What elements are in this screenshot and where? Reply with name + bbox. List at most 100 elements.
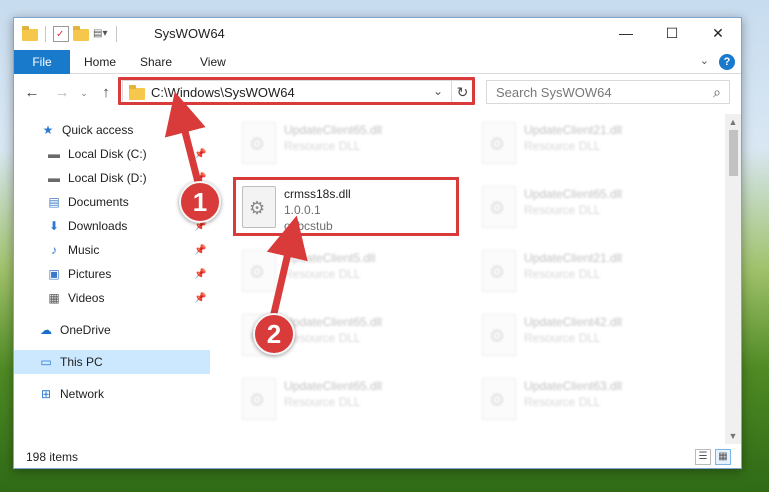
recent-locations-icon[interactable]: ⌄: [74, 83, 94, 103]
pin-icon[interactable]: 📌: [194, 245, 206, 256]
sidebar-item-label: Downloads: [68, 219, 128, 233]
window-title: SysWOW64: [154, 26, 225, 41]
sidebar-item-network[interactable]: ⊞ Network: [14, 382, 210, 406]
tab-view[interactable]: View: [188, 50, 238, 74]
dll-file-icon: [242, 186, 276, 228]
toolbar-divider: [45, 26, 46, 42]
file-tile[interactable]: UpdateClient65.dll Resource DLL: [236, 118, 466, 174]
file-tile[interactable]: UpdateClient21.dll Resource DLL: [476, 246, 706, 302]
title-bar: ✓ ▤▾ SysWOW64 — ☐ ✕: [14, 18, 741, 50]
ribbon-controls: ⌄ ?: [700, 54, 735, 70]
properties-icon[interactable]: ✓: [53, 26, 69, 42]
pin-icon[interactable]: 📌: [194, 197, 206, 208]
sidebar-item-downloads[interactable]: ⬇ Downloads 📌: [14, 214, 210, 238]
search-icon[interactable]: ⌕: [713, 84, 721, 101]
file-description: Resource DLL: [524, 267, 601, 281]
address-highlight-box: [118, 77, 475, 105]
tiles-view-icon[interactable]: ▦: [715, 449, 731, 465]
scroll-down-icon[interactable]: ▼: [725, 428, 741, 444]
pin-icon[interactable]: 📌: [194, 221, 206, 232]
file-name: UpdateClient65.dll: [284, 379, 383, 393]
new-folder-icon[interactable]: [73, 26, 89, 41]
file-name: UpdateClient65.dll: [524, 187, 623, 201]
file-name: UpdateClient63.dll: [524, 379, 623, 393]
videos-icon: ▦: [48, 291, 60, 305]
forward-button[interactable]: →: [52, 83, 72, 103]
back-button[interactable]: ←: [22, 83, 42, 103]
customize-toolbar-icon[interactable]: ▤▾: [93, 26, 109, 42]
status-bar: 198 items ☰ ▦: [14, 446, 741, 468]
file-name: UpdateClient5.dll: [284, 251, 376, 265]
tab-share[interactable]: Share: [128, 50, 184, 74]
dll-file-icon: [482, 250, 516, 292]
sidebar-item-label: Local Disk (D:): [68, 171, 147, 185]
file-description: Resource DLL: [524, 331, 601, 345]
sidebar-item-local-disk-d[interactable]: ▬ Local Disk (D:) 📌: [14, 166, 210, 190]
pin-icon[interactable]: 📌: [194, 269, 206, 280]
sidebar-item-videos[interactable]: ▦ Videos 📌: [14, 286, 210, 310]
file-description: Resource DLL: [524, 139, 601, 153]
navigation-pane: ★ Quick access ▬ Local Disk (C:) 📌 ▬ Loc…: [14, 114, 210, 444]
dll-file-icon: [482, 378, 516, 420]
drive-icon: ▬: [48, 147, 60, 161]
sidebar-item-local-disk-c[interactable]: ▬ Local Disk (C:) 📌: [14, 142, 210, 166]
vertical-scrollbar[interactable]: ▲ ▼: [725, 114, 741, 444]
sidebar-item-onedrive[interactable]: ☁ OneDrive: [14, 318, 210, 342]
music-icon: ♪: [51, 243, 57, 257]
cloud-icon: ☁: [40, 323, 52, 337]
computer-icon: ▭: [40, 355, 52, 369]
star-icon: ★: [42, 123, 54, 137]
dll-file-icon: [482, 314, 516, 356]
sidebar-item-pictures[interactable]: ▣ Pictures 📌: [14, 262, 210, 286]
file-description: Resource DLL: [524, 203, 601, 217]
help-icon[interactable]: ?: [719, 54, 735, 70]
pin-icon[interactable]: 📌: [194, 149, 206, 160]
documents-icon: ▤: [48, 195, 60, 209]
file-tile[interactable]: UpdateClient42.dll Resource DLL: [476, 310, 706, 366]
tab-file[interactable]: File: [14, 50, 70, 74]
ribbon-tabs: File Home Share View ⌄ ?: [14, 50, 741, 74]
dll-file-icon: [242, 122, 276, 164]
file-explorer-window: ✓ ▤▾ SysWOW64 — ☐ ✕ File Home Share View…: [13, 17, 742, 469]
search-box[interactable]: Search SysWOW64 ⌕: [486, 80, 730, 104]
file-description: Resource DLL: [284, 267, 361, 281]
dll-file-icon: [242, 378, 276, 420]
minimize-button[interactable]: —: [603, 18, 649, 48]
sidebar-item-label: Local Disk (C:): [68, 147, 147, 161]
maximize-button[interactable]: ☐: [649, 18, 695, 48]
file-description: Resource DLL: [284, 395, 361, 409]
expand-ribbon-button[interactable]: ⌄: [700, 54, 709, 70]
close-button[interactable]: ✕: [695, 18, 741, 48]
file-name: UpdateClient65.dll: [284, 123, 383, 137]
tab-home[interactable]: Home: [72, 50, 128, 74]
file-tile[interactable]: UpdateClient65.dll Resource DLL: [476, 182, 706, 238]
file-tile[interactable]: UpdateClient5.dll Resource DLL: [236, 246, 466, 302]
sidebar-item-label: Videos: [68, 291, 105, 305]
file-tile[interactable]: UpdateClient65.dll Resource DLL: [236, 310, 466, 366]
sidebar-item-this-pc[interactable]: ▭ This PC: [14, 350, 210, 374]
file-tile[interactable]: UpdateClient21.dll Resource DLL: [476, 118, 706, 174]
file-tile[interactable]: UpdateClient63.dll Resource DLL: [476, 374, 706, 430]
scroll-thumb[interactable]: [729, 130, 738, 176]
file-tile-crmss18s[interactable]: crmss18s.dll 1.0.0.1 odbcstub: [236, 182, 466, 238]
file-tile[interactable]: UpdateClient65.dll Resource DLL: [236, 374, 466, 430]
network-icon: ⊞: [40, 387, 52, 401]
toolbar-divider: [116, 26, 117, 42]
dll-file-icon: [242, 314, 276, 356]
details-view-icon[interactable]: ☰: [695, 449, 711, 465]
scroll-up-icon[interactable]: ▲: [725, 114, 741, 130]
search-input[interactable]: Search SysWOW64: [496, 85, 612, 100]
sidebar-item-documents[interactable]: ▤ Documents 📌: [14, 190, 210, 214]
sidebar-item-label: This PC: [60, 355, 103, 369]
file-name: UpdateClient65.dll: [284, 315, 383, 329]
pin-icon[interactable]: 📌: [194, 293, 206, 304]
pin-icon[interactable]: 📌: [194, 173, 206, 184]
file-name: UpdateClient42.dll: [524, 315, 623, 329]
sidebar-item-quick-access[interactable]: ★ Quick access: [14, 118, 210, 142]
file-description: Resource DLL: [284, 139, 361, 153]
file-version: 1.0.0.1: [284, 203, 321, 217]
sidebar-item-music[interactable]: ♪ Music 📌: [14, 238, 210, 262]
file-description: Resource DLL: [284, 331, 361, 345]
up-button[interactable]: ↑: [96, 83, 116, 103]
sidebar-item-label: Pictures: [68, 267, 112, 281]
